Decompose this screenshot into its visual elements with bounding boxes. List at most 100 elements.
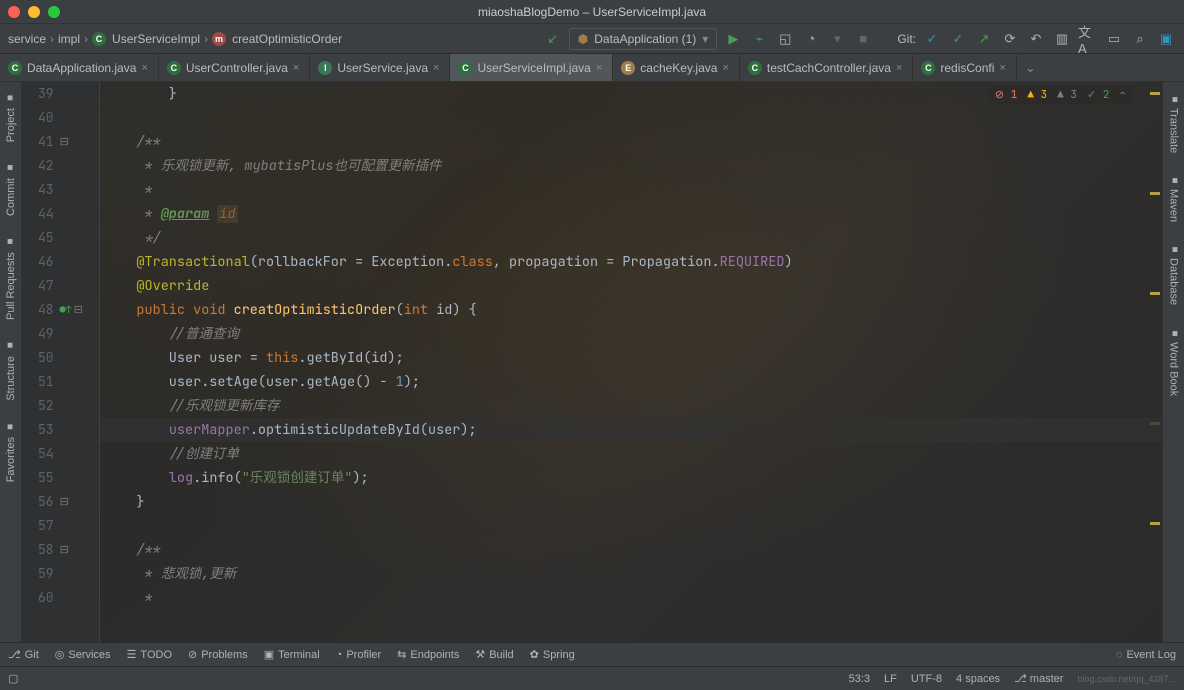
project-structure-icon[interactable]: ▥: [1052, 29, 1072, 49]
code-line[interactable]: /**: [100, 130, 1162, 154]
code-line[interactable]: //创建订单: [100, 442, 1162, 466]
maximize-window-button[interactable]: [48, 6, 60, 18]
breadcrumb-item[interactable]: impl: [58, 32, 80, 46]
run-configuration-selector[interactable]: ⬢ DataApplication (1) ▾: [569, 28, 718, 50]
git-tool-window[interactable]: ⎇Git: [8, 648, 39, 661]
git-commit-icon[interactable]: ✓: [948, 29, 968, 49]
gutter-line[interactable]: 55: [22, 466, 99, 490]
close-tab-icon[interactable]: ×: [999, 62, 1005, 74]
gutter-line[interactable]: 57: [22, 514, 99, 538]
close-tab-icon[interactable]: ×: [596, 62, 602, 74]
encoding[interactable]: UTF-8: [911, 673, 942, 685]
gutter-line[interactable]: 58⊟: [22, 538, 99, 562]
close-tab-icon[interactable]: ×: [293, 62, 299, 74]
git-push-icon[interactable]: ↗: [974, 29, 994, 49]
close-tab-icon[interactable]: ×: [896, 62, 902, 74]
gutter-line[interactable]: 59: [22, 562, 99, 586]
search-icon[interactable]: ⌕: [1130, 29, 1150, 49]
line-separator[interactable]: LF: [884, 673, 897, 685]
tool-window-stripe-button[interactable]: ■ Maven: [1168, 163, 1180, 232]
breadcrumb-item[interactable]: creatOptimisticOrder: [232, 32, 342, 46]
ide-icon[interactable]: ▭: [1104, 29, 1124, 49]
settings-sync-icon[interactable]: ▣: [1156, 29, 1176, 49]
caret-position[interactable]: 53:3: [849, 673, 870, 685]
debug-button[interactable]: ⌁: [749, 29, 769, 49]
coverage-button[interactable]: ◱: [775, 29, 795, 49]
gutter-line[interactable]: 40: [22, 106, 99, 130]
gutter-line[interactable]: 47: [22, 274, 99, 298]
editor-tab[interactable]: CDataApplication.java×: [0, 54, 159, 81]
attach-button[interactable]: ▾: [827, 29, 847, 49]
code-line[interactable]: user.setAge(user.getAge() - 1);: [100, 370, 1162, 394]
history-icon[interactable]: ⟳: [1000, 29, 1020, 49]
build-tool-window[interactable]: ⚒Build: [475, 648, 513, 661]
gutter-line[interactable]: 49: [22, 322, 99, 346]
profile-button[interactable]: ◔: [801, 29, 821, 49]
code-line[interactable]: * @param id: [100, 202, 1162, 226]
gutter-line[interactable]: 51: [22, 370, 99, 394]
run-button[interactable]: ▶: [723, 29, 743, 49]
close-tab-icon[interactable]: ×: [141, 62, 147, 74]
code-line[interactable]: /**: [100, 538, 1162, 562]
more-tabs-icon[interactable]: ⌄: [1017, 54, 1044, 81]
code-line[interactable]: */: [100, 226, 1162, 250]
gutter-line[interactable]: 56⊟: [22, 490, 99, 514]
close-window-button[interactable]: [8, 6, 20, 18]
tool-window-stripe-button[interactable]: ■ Database: [1168, 232, 1180, 315]
code-line[interactable]: }: [100, 82, 1162, 106]
todo-tool-window[interactable]: ☰TODO: [127, 648, 172, 661]
code-line[interactable]: * 悲观锁,更新: [100, 562, 1162, 586]
code-line[interactable]: *: [100, 178, 1162, 202]
code-line[interactable]: User user = this.getById(id);: [100, 346, 1162, 370]
editor[interactable]: 394041⊟42434445464748●↑⊟4950515253545556…: [22, 82, 1162, 642]
services-tool-window[interactable]: ◎Services: [55, 648, 111, 661]
editor-tab[interactable]: CredisConfi×: [913, 54, 1016, 81]
editor-tab[interactable]: EcacheKey.java×: [613, 54, 740, 81]
tool-window-stripe-button[interactable]: Structure ■: [5, 330, 17, 411]
code-line[interactable]: //乐观锁更新库存: [100, 394, 1162, 418]
gutter-line[interactable]: 52: [22, 394, 99, 418]
close-tab-icon[interactable]: ×: [433, 62, 439, 74]
minimize-window-button[interactable]: [28, 6, 40, 18]
code-line[interactable]: @Transactional(rollbackFor = Exception.c…: [100, 250, 1162, 274]
spring-tool-window[interactable]: ✿Spring: [530, 648, 575, 661]
rollback-icon[interactable]: ↶: [1026, 29, 1046, 49]
translate-icon[interactable]: 文A: [1078, 29, 1098, 49]
indent[interactable]: 4 spaces: [956, 673, 1000, 685]
gutter-line[interactable]: 39: [22, 82, 99, 106]
code-line[interactable]: [100, 514, 1162, 538]
tool-window-stripe-button[interactable]: Favorites ■: [5, 411, 17, 492]
tool-window-stripe-button[interactable]: Commit ■: [5, 152, 17, 226]
code-line[interactable]: }: [100, 490, 1162, 514]
profiler-tool-window[interactable]: ◔Profiler: [336, 649, 382, 661]
code-line[interactable]: //普通查询: [100, 322, 1162, 346]
code-line[interactable]: @Override: [100, 274, 1162, 298]
code-area[interactable]: ⊘ 1 ▲ 3 ▲ 3 ✓ 2 ⌃ } /** * 乐观锁更新, mybatis…: [100, 82, 1162, 642]
tool-window-stripe-button[interactable]: Project ■: [5, 82, 17, 152]
editor-tab[interactable]: CUserServiceImpl.java×: [450, 54, 613, 81]
editor-tab[interactable]: CUserController.java×: [159, 54, 310, 81]
gutter-line[interactable]: 43: [22, 178, 99, 202]
terminal-tool-window[interactable]: ▣Terminal: [264, 648, 320, 661]
code-line[interactable]: public void creatOptimisticOrder(int id)…: [100, 298, 1162, 322]
git-update-icon[interactable]: ✓: [922, 29, 942, 49]
gutter-line[interactable]: 60: [22, 586, 99, 610]
gutter-line[interactable]: 45: [22, 226, 99, 250]
event-log-tool-window[interactable]: ◌Event Log: [1116, 649, 1176, 661]
tool-window-stripe-button[interactable]: Pull Requests ■: [5, 226, 17, 330]
build-icon[interactable]: ↙: [543, 29, 563, 49]
code-line[interactable]: userMapper.optimisticUpdateById(user);: [100, 418, 1162, 442]
tool-window-stripe-button[interactable]: ■ Word Book: [1168, 316, 1180, 406]
close-tab-icon[interactable]: ×: [722, 62, 728, 74]
gutter-line[interactable]: 41⊟: [22, 130, 99, 154]
gutter-line[interactable]: 42: [22, 154, 99, 178]
code-line[interactable]: log.info("乐观锁创建订单");: [100, 466, 1162, 490]
gutter-line[interactable]: 48●↑⊟: [22, 298, 99, 322]
gutter-line[interactable]: 54: [22, 442, 99, 466]
git-branch[interactable]: ⎇ master: [1014, 672, 1063, 685]
code-line[interactable]: *: [100, 586, 1162, 610]
breadcrumb[interactable]: service › impl › C UserServiceImpl › m c…: [8, 32, 342, 46]
problems-tool-window[interactable]: ⊘Problems: [188, 648, 248, 661]
gutter-line[interactable]: 50: [22, 346, 99, 370]
editor-tab[interactable]: IUserService.java×: [310, 54, 450, 81]
